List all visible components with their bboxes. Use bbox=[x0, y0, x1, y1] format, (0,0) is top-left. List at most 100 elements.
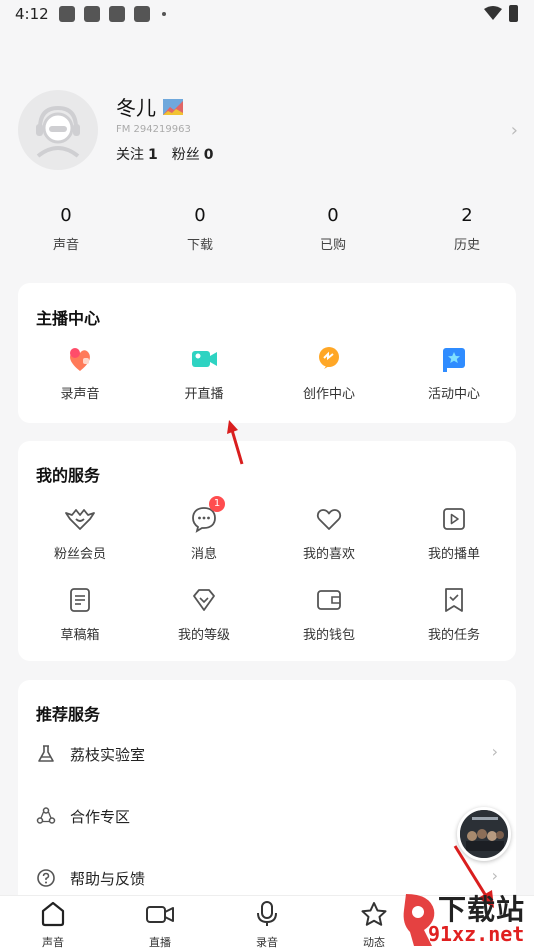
messages-button[interactable]: 1 消息 bbox=[142, 496, 266, 562]
microphone-icon bbox=[257, 901, 277, 926]
stat-label: 历史 bbox=[453, 238, 480, 253]
watermark-url: 91xz.net bbox=[428, 922, 525, 946]
wifi-icon bbox=[484, 6, 502, 20]
stat-purchased[interactable]: 0 已购 bbox=[273, 205, 393, 253]
more-notifications-icon bbox=[162, 12, 166, 16]
stat-sounds[interactable]: 0 声音 bbox=[6, 205, 126, 253]
grid-label: 消息 bbox=[190, 547, 217, 562]
row-label: 合作专区 bbox=[70, 808, 131, 826]
drafts-icon bbox=[66, 586, 94, 614]
anchor-center-title: 主播中心 bbox=[36, 309, 101, 328]
tab-label: 直播 bbox=[149, 936, 171, 949]
grid-label: 录声音 bbox=[60, 387, 100, 402]
playlist-icon bbox=[440, 505, 468, 533]
notification-icon bbox=[134, 6, 150, 22]
following-label[interactable]: 关注 bbox=[116, 147, 144, 163]
fan-membership-button[interactable]: 粉丝会员 bbox=[18, 505, 142, 562]
grid-label: 草稿箱 bbox=[60, 628, 100, 643]
heart-icon bbox=[315, 505, 343, 533]
notification-icon bbox=[109, 6, 125, 22]
tab-label: 动态 bbox=[363, 936, 385, 949]
notification-icon bbox=[59, 6, 75, 22]
my-tasks-button[interactable]: 我的任务 bbox=[392, 586, 516, 643]
chevron-right-icon: › bbox=[491, 742, 498, 761]
stat-value: 0 bbox=[60, 205, 72, 226]
record-voice-icon bbox=[66, 345, 94, 373]
grid-label: 我的任务 bbox=[427, 628, 480, 643]
level-badge-icon bbox=[163, 99, 184, 115]
grid-label: 创作中心 bbox=[302, 387, 355, 402]
recommended-services-card: 推荐服务 荔枝实验室 › 合作专区 帮助与反馈 › bbox=[18, 680, 516, 910]
creation-center-button[interactable]: 创作中心 bbox=[267, 345, 391, 402]
avatar[interactable] bbox=[18, 90, 98, 170]
follow-stats: 关注 1 粉丝 0 bbox=[116, 144, 228, 164]
unread-badge: 1 bbox=[209, 496, 225, 512]
fans-label[interactable]: 粉丝 bbox=[172, 147, 200, 163]
star-icon bbox=[361, 902, 387, 926]
tab-live[interactable]: 直播 bbox=[130, 901, 190, 950]
lizhi-lab-row[interactable]: 荔枝实验室 › bbox=[36, 734, 498, 774]
tab-label: 声音 bbox=[42, 936, 64, 949]
message-icon: 1 bbox=[190, 496, 225, 533]
stat-downloads[interactable]: 0 下载 bbox=[140, 205, 260, 253]
my-services-title: 我的服务 bbox=[36, 466, 101, 485]
profile-header[interactable]: 冬儿 FM 294219963 关注 1 粉丝 0 › bbox=[18, 90, 518, 170]
fan-membership-icon bbox=[65, 505, 95, 533]
annotation-arrow-icon bbox=[227, 420, 244, 465]
activity-flag-icon bbox=[440, 345, 468, 373]
stat-label: 声音 bbox=[52, 238, 79, 253]
tab-label: 录音 bbox=[256, 936, 278, 949]
username: 冬儿 bbox=[116, 92, 184, 121]
stat-label: 下载 bbox=[186, 238, 213, 253]
my-services-card: 我的服务 粉丝会员 1 消息 我的喜欢 我的播单 草稿箱 我的等级 我的钱包 我… bbox=[18, 441, 516, 661]
creation-bulb-icon bbox=[315, 345, 343, 373]
anchor-center-card: 主播中心 录声音 开直播 创作中心 活动中心 bbox=[18, 283, 516, 423]
help-icon bbox=[37, 869, 55, 887]
home-icon bbox=[41, 901, 65, 927]
row-label: 帮助与反馈 bbox=[70, 870, 146, 888]
grid-label: 开直播 bbox=[184, 387, 224, 402]
tab-sounds[interactable]: 声音 bbox=[23, 901, 83, 950]
flask-icon bbox=[38, 745, 54, 762]
my-wallet-button[interactable]: 我的钱包 bbox=[267, 586, 391, 643]
start-live-button[interactable]: 开直播 bbox=[142, 345, 266, 402]
wallet-icon bbox=[315, 586, 343, 614]
tab-feed[interactable]: 动态 bbox=[344, 901, 404, 950]
my-likes-button[interactable]: 我的喜欢 bbox=[267, 505, 391, 562]
my-level-button[interactable]: 我的等级 bbox=[142, 586, 266, 643]
fm-id: FM 294219963 bbox=[116, 124, 191, 135]
stats-row: 0 声音 0 下载 0 已购 2 历史 bbox=[0, 205, 534, 260]
stat-label: 已购 bbox=[319, 238, 346, 253]
grid-label: 我的等级 bbox=[177, 628, 230, 643]
cooperation-icon bbox=[36, 807, 56, 824]
recommended-title: 推荐服务 bbox=[36, 705, 101, 724]
record-voice-button[interactable]: 录声音 bbox=[18, 345, 142, 402]
task-icon bbox=[440, 586, 468, 614]
status-time: 4:12 bbox=[15, 5, 49, 23]
stat-history[interactable]: 2 历史 bbox=[407, 205, 527, 253]
following-count[interactable]: 1 bbox=[148, 147, 158, 163]
chevron-right-icon: › bbox=[510, 120, 518, 141]
notification-icon bbox=[84, 6, 100, 22]
my-playlists-button[interactable]: 我的播单 bbox=[392, 505, 516, 562]
grid-label: 活动中心 bbox=[427, 387, 480, 402]
watermark-logo: 下载站 91xz.net bbox=[400, 888, 534, 950]
battery-icon bbox=[509, 5, 518, 22]
activity-center-button[interactable]: 活动中心 bbox=[392, 345, 516, 402]
level-diamond-icon bbox=[190, 586, 218, 614]
default-avatar-icon bbox=[36, 105, 80, 158]
tab-record[interactable]: 录音 bbox=[237, 901, 297, 950]
grid-label: 我的播单 bbox=[427, 547, 480, 562]
grid-label: 我的钱包 bbox=[302, 628, 355, 643]
stat-value: 2 bbox=[461, 205, 473, 226]
stat-value: 0 bbox=[327, 205, 339, 226]
stat-value: 0 bbox=[194, 205, 206, 226]
drafts-button[interactable]: 草稿箱 bbox=[18, 586, 142, 643]
video-camera-icon bbox=[146, 906, 174, 923]
fans-count[interactable]: 0 bbox=[204, 147, 214, 163]
cooperation-zone-row[interactable]: 合作专区 bbox=[36, 796, 498, 836]
row-label: 荔枝实验室 bbox=[70, 746, 146, 764]
grid-label: 我的喜欢 bbox=[302, 547, 355, 562]
live-camera-icon bbox=[190, 345, 218, 373]
grid-label: 粉丝会员 bbox=[53, 547, 106, 562]
